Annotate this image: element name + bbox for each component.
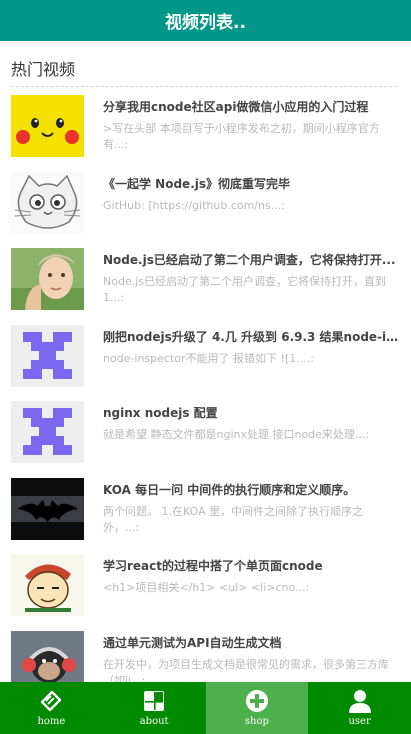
video-title: 《一起学 Node.js》彻底重写完毕 bbox=[103, 176, 291, 191]
video-thumbnail bbox=[11, 95, 84, 157]
video-list-item[interactable]: nginx nodejs 配置就是希望 静态文件都是nginx处理 接口node… bbox=[0, 401, 411, 478]
video-thumbnail bbox=[11, 401, 84, 463]
section-title: 热门视频 bbox=[11, 60, 76, 79]
tab-label: user bbox=[348, 716, 371, 727]
app: 视频列表.. 热门视频 分享我用cnode社区api做微信小应用的入门过程 >写在… bbox=[0, 0, 411, 734]
tab-about[interactable]: about bbox=[103, 682, 206, 734]
grid-icon bbox=[141, 688, 167, 714]
video-summary: 两个问题。 1.在KOA 里，中间件之间除了执行顺序之外，...: bbox=[103, 504, 364, 534]
video-title: KOA 每日一问 中间件的执行顺序和定义顺序。 bbox=[103, 482, 356, 497]
tab-label: about bbox=[139, 716, 169, 727]
video-title: 刚把nodejs升级了 4.几 升级到 6.9.3 结果node-ins... bbox=[103, 329, 399, 344]
video-thumbnail bbox=[11, 554, 84, 616]
bottom-tab-bar: home about shop user bbox=[0, 682, 411, 734]
video-thumbnail bbox=[11, 324, 84, 387]
ticket-icon bbox=[38, 688, 64, 714]
video-list-item[interactable]: KOA 每日一问 中间件的执行顺序和定义顺序。两个问题。 1.在KOA 里，中间… bbox=[0, 477, 411, 555]
video-title: 通过单元测试为API自动生成文档 bbox=[103, 635, 282, 650]
video-list-item[interactable]: 分享我用cnode社区api做微信小应用的入门过程 >写在头部 本项目写于小程序发… bbox=[0, 95, 411, 172]
video-thumbnail bbox=[11, 477, 84, 540]
video-title: Node.js已经启动了第二个用户调查，它将保持打开... bbox=[103, 253, 396, 267]
user-icon bbox=[347, 688, 373, 714]
video-list-item[interactable]: 刚把nodejs升级了 4.几 升级到 6.9.3 结果node-ins... n… bbox=[0, 324, 411, 402]
tab-home[interactable]: home bbox=[0, 682, 103, 734]
tab-user[interactable]: user bbox=[308, 682, 411, 734]
tab-label: shop bbox=[244, 716, 269, 727]
video-list-item[interactable]: Node.js已经启动了第二个用户调查，它将保持打开... Node.js已经启动… bbox=[0, 248, 411, 325]
video-summary: <h1>项目相关</h1> <ul> <li>cno...: bbox=[103, 581, 310, 594]
video-summary: Node.js已经启动了第二个用户调查，它将保持打开，直到1...: bbox=[103, 275, 386, 304]
video-summary: >写在头部 本项目写于小程序发布之初，期间小程序官方有...: bbox=[103, 122, 380, 151]
video-title: nginx nodejs 配置 bbox=[103, 406, 218, 420]
page-title: 视频列表.. bbox=[165, 13, 246, 33]
video-list: 分享我用cnode社区api做微信小应用的入门过程 >写在头部 本项目写于小程序发… bbox=[0, 95, 411, 707]
plus-circle-icon bbox=[244, 688, 270, 714]
video-list-item[interactable]: 《一起学 Node.js》彻底重写完毕 GitHub: [https://gith… bbox=[0, 171, 411, 249]
video-summary: 就是希望 静态文件都是nginx处理 接口node来处理...: bbox=[103, 428, 370, 441]
video-thumbnail bbox=[11, 248, 84, 310]
tab-shop[interactable]: shop bbox=[205, 682, 309, 734]
video-summary: GitHub: [https://github.com/ns...: bbox=[103, 198, 285, 212]
video-title: 分享我用cnode社区api做微信小应用的入门过程 bbox=[103, 100, 369, 114]
tab-label: home bbox=[37, 716, 66, 727]
video-summary: node-inspector不能用了 报错如下 ![1....: bbox=[103, 351, 314, 365]
divider bbox=[11, 86, 397, 87]
video-title: 学习react的过程中搭了个单页面cnode bbox=[103, 559, 323, 573]
video-thumbnail bbox=[11, 171, 84, 234]
page-header: 视频列表.. bbox=[0, 0, 411, 41]
video-list-item[interactable]: 学习react的过程中搭了个单页面cnode <h1>项目相关</h1> <ul>… bbox=[0, 554, 411, 631]
